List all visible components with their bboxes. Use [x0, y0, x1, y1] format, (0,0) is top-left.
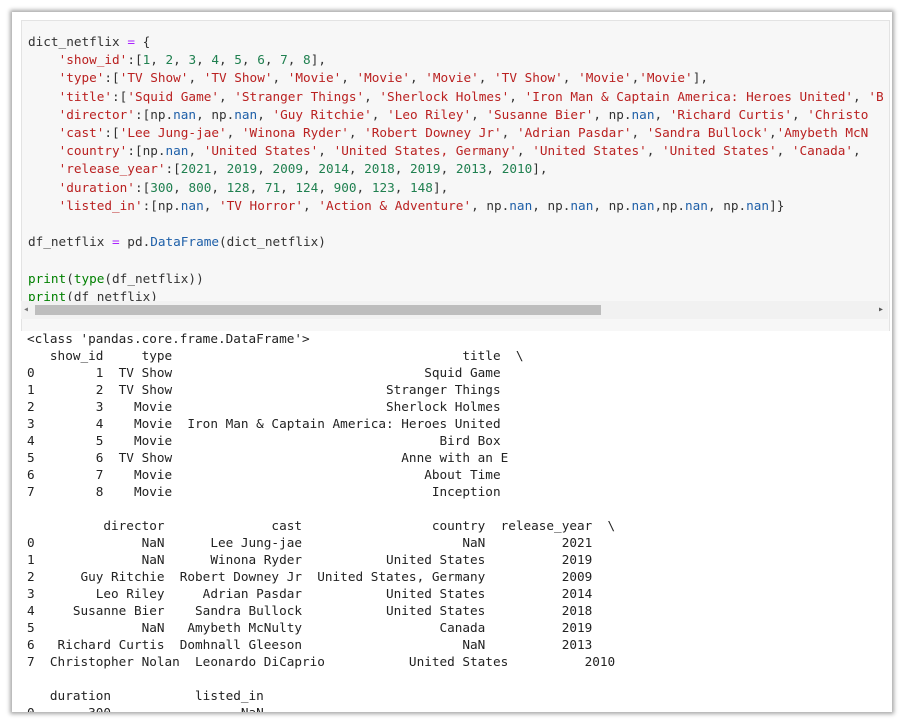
- output-line: 7 8 Movie Inception: [27, 484, 524, 499]
- code-line: 'type':['TV Show', 'TV Show', 'Movie', '…: [58, 70, 708, 86]
- output-line: 4 5 Movie Bird Box: [27, 433, 524, 448]
- horizontal-scrollbar[interactable]: ◂ ▸: [21, 301, 888, 319]
- scrollbar-thumb[interactable]: [35, 305, 601, 315]
- output-line: 6 7 Movie About Time: [27, 467, 524, 482]
- output-line: 5 6 TV Show Anne with an E: [27, 450, 532, 465]
- code-line: dict_netflix = {: [28, 34, 151, 49]
- output-line: 0 NaN Lee Jung-jae NaN 2021: [27, 535, 616, 550]
- output-line: 2 3 Movie Sherlock Holmes: [27, 399, 524, 414]
- output-line: 1 NaN Winona Ryder United States 2019: [27, 552, 616, 567]
- output-line: 1 2 TV Show Stranger Things: [27, 382, 524, 397]
- code-line: df_netflix = pd.DataFrame(dict_netflix): [28, 234, 326, 250]
- output-line: <class 'pandas.core.frame.DataFrame'>: [27, 331, 310, 346]
- code-line: 'director':[np.nan, np.nan, 'Guy Ritchie…: [58, 106, 869, 122]
- scroll-right-icon[interactable]: ▸: [878, 304, 884, 316]
- output-line: 3 4 Movie Iron Man & Captain America: He…: [27, 416, 524, 431]
- notebook-cell: dict_netflix = { 'show_id':[1, 2, 3, 4, …: [12, 12, 892, 712]
- output-line: 0 300 NaN: [27, 705, 279, 712]
- code-line: 'cast':['Lee Jung-jae', 'Winona Ryder', …: [58, 125, 869, 141]
- code-line: 'title':['Squid Game', 'Stranger Things'…: [58, 88, 884, 104]
- output-line: 0 1 TV Show Squid Game: [27, 365, 524, 380]
- output-line: 7 Christopher Nolan Leonardo DiCaprio Un…: [27, 654, 639, 669]
- code-line: 'show_id':[1, 2, 3, 4, 5, 6, 7, 8],: [58, 52, 326, 68]
- output-line: director cast country release_year \: [27, 518, 616, 533]
- output-line: 2 Guy Ritchie Robert Downey Jr United St…: [27, 569, 616, 584]
- output-line: 4 Susanne Bier Sandra Bullock United Sta…: [27, 603, 616, 618]
- output-line: show_id type title \: [27, 348, 524, 363]
- code-editor[interactable]: dict_netflix = { 'show_id':[1, 2, 3, 4, …: [28, 33, 884, 306]
- code-cell-input[interactable]: dict_netflix = { 'show_id':[1, 2, 3, 4, …: [21, 20, 890, 331]
- code-line: 'release_year':[2021, 2019, 2009, 2014, …: [58, 161, 548, 177]
- output-line: 6 Richard Curtis Domhnall Gleeson NaN 20…: [27, 637, 616, 652]
- output-line: duration listed_in: [27, 688, 280, 703]
- code-line: print(type(df_netflix)): [28, 270, 204, 286]
- scroll-left-icon[interactable]: ◂: [23, 304, 29, 316]
- output-line: 3 Leo Riley Adrian Pasdar United States …: [27, 586, 616, 601]
- cell-output: <class 'pandas.core.frame.DataFrame'> sh…: [27, 330, 638, 712]
- code-line: 'country':[np.nan, 'United States', 'Uni…: [58, 143, 869, 159]
- output-line: 5 NaN Amybeth McNulty Canada 2019: [27, 620, 616, 635]
- code-line: 'duration':[300, 800, 128, 71, 124, 900,…: [58, 179, 449, 195]
- code-line: 'listed_in':[np.nan, 'TV Horror', 'Actio…: [58, 197, 785, 213]
